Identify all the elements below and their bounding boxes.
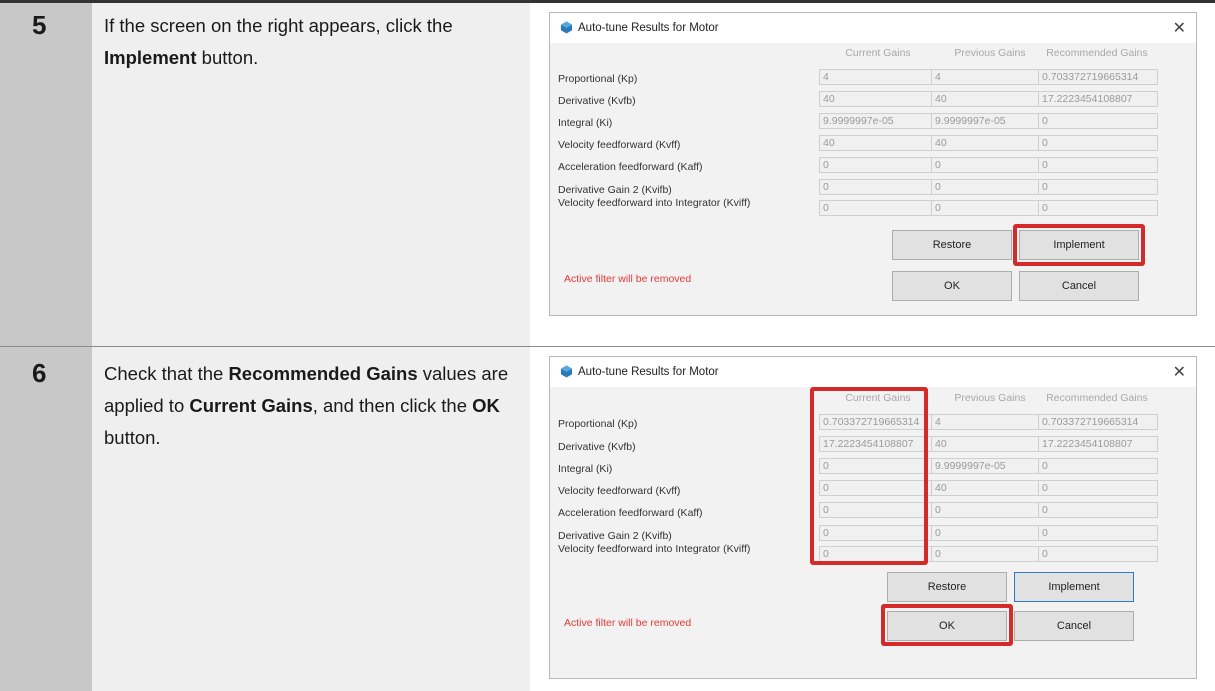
auto-tune-dialog: Auto-tune Results for Motor ✕ Current Ga… xyxy=(549,356,1197,679)
current-gain-field[interactable]: 4 xyxy=(819,69,939,85)
app-cube-icon xyxy=(560,365,573,378)
step-bold-text: Recommended Gains xyxy=(228,363,418,384)
row-label: Derivative (Kvfb) xyxy=(558,441,636,453)
recommended-gain-field[interactable]: 0 xyxy=(1038,525,1158,541)
previous-gain-field[interactable]: 40 xyxy=(931,480,1051,496)
dialog-titlebar: Auto-tune Results for Motor ✕ xyxy=(550,13,1196,43)
previous-gain-field[interactable]: 40 xyxy=(931,91,1051,107)
previous-gain-field[interactable]: 0 xyxy=(931,525,1051,541)
row-label: Integral (Ki) xyxy=(558,463,613,475)
recommended-gain-field[interactable]: 0 xyxy=(1038,458,1158,474)
row-label: Derivative (Kvfb) xyxy=(558,95,636,107)
previous-gain-field[interactable]: 0 xyxy=(931,546,1051,562)
step-text: button. xyxy=(196,47,259,68)
current-gain-field[interactable]: 9.9999997e-05 xyxy=(819,113,939,129)
previous-gain-field[interactable]: 0 xyxy=(931,157,1051,173)
column-header-current: Current Gains xyxy=(845,47,911,59)
warning-text: Active filter will be removed xyxy=(564,617,692,629)
highlight-box-implement xyxy=(1013,224,1145,266)
row-label: Acceleration feedforward (Kaff) xyxy=(558,507,703,519)
step-text: button. xyxy=(104,427,161,448)
column-header-previous: Previous Gains xyxy=(954,392,1026,404)
description-column-background xyxy=(92,3,530,691)
step-number: 5 xyxy=(32,10,47,40)
step-text: If the screen on the right appears, clic… xyxy=(104,15,453,36)
dialog-title: Auto-tune Results for Motor xyxy=(578,366,719,378)
column-header-recommended: Recommended Gains xyxy=(1046,392,1148,404)
row-label: Velocity feedforward (Kvff) xyxy=(558,485,681,497)
cancel-button[interactable]: Cancel xyxy=(1019,271,1139,301)
recommended-gain-field[interactable]: 0 xyxy=(1038,113,1158,129)
recommended-gain-field[interactable]: 0.703372719665314 xyxy=(1038,414,1158,430)
row-label: Velocity feedforward (Kvff) xyxy=(558,139,681,151)
recommended-gain-field[interactable]: 0 xyxy=(1038,200,1158,216)
ok-button[interactable]: OK xyxy=(892,271,1012,301)
previous-gain-field[interactable]: 0 xyxy=(931,200,1051,216)
previous-gain-field[interactable]: 9.9999997e-05 xyxy=(931,113,1051,129)
current-gain-field[interactable]: 40 xyxy=(819,91,939,107)
column-header-recommended: Recommended Gains xyxy=(1046,47,1148,59)
implement-button[interactable]: Implement xyxy=(1014,572,1134,602)
column-header-previous: Previous Gains xyxy=(954,47,1026,59)
step-text: , and then click the xyxy=(312,395,473,416)
step-number: 6 xyxy=(32,358,47,388)
recommended-gain-field[interactable]: 0 xyxy=(1038,480,1158,496)
recommended-gain-field[interactable]: 0 xyxy=(1038,502,1158,518)
highlight-box-ok xyxy=(881,604,1013,646)
row-label: Acceleration feedforward (Kaff) xyxy=(558,161,703,173)
step-bold-text: Current Gains xyxy=(189,395,313,416)
recommended-gain-field[interactable]: 0 xyxy=(1038,157,1158,173)
step-column-background xyxy=(0,3,92,691)
step-bold-text: Implement xyxy=(104,47,197,68)
restore-button[interactable]: Restore xyxy=(887,572,1007,602)
previous-gain-field[interactable]: 9.9999997e-05 xyxy=(931,458,1051,474)
step-description: Check that the Recommended Gains values … xyxy=(104,358,524,454)
recommended-gain-field[interactable]: 0.703372719665314 xyxy=(1038,69,1158,85)
recommended-gain-field[interactable]: 0 xyxy=(1038,135,1158,151)
step-bold-text: OK xyxy=(472,395,500,416)
highlight-box-current-gains xyxy=(810,387,928,565)
row-label: Proportional (Kp) xyxy=(558,73,638,85)
dialog-title: Auto-tune Results for Motor xyxy=(578,22,719,34)
row-label: Proportional (Kp) xyxy=(558,418,638,430)
row-label: Velocity feedforward into Integrator (Kv… xyxy=(558,197,751,209)
step-description: If the screen on the right appears, clic… xyxy=(104,10,524,74)
restore-button[interactable]: Restore xyxy=(892,230,1012,260)
current-gain-field[interactable]: 0 xyxy=(819,179,939,195)
close-icon[interactable]: ✕ xyxy=(1173,18,1186,38)
recommended-gain-field[interactable]: 0 xyxy=(1038,546,1158,562)
cancel-button[interactable]: Cancel xyxy=(1014,611,1134,641)
previous-gain-field[interactable]: 40 xyxy=(931,436,1051,452)
row-label: Derivative Gain 2 (Kvifb) xyxy=(558,184,672,196)
previous-gain-field[interactable]: 0 xyxy=(931,179,1051,195)
previous-gain-field[interactable]: 0 xyxy=(931,502,1051,518)
previous-gain-field[interactable]: 4 xyxy=(931,69,1051,85)
auto-tune-dialog: Auto-tune Results for Motor ✕ Current Ga… xyxy=(549,12,1197,316)
current-gain-field[interactable]: 0 xyxy=(819,157,939,173)
step-text: Check that the xyxy=(104,363,229,384)
app-cube-icon xyxy=(560,21,573,34)
row-divider xyxy=(0,346,1215,347)
current-gain-field[interactable]: 0 xyxy=(819,200,939,216)
warning-text: Active filter will be removed xyxy=(564,273,692,285)
close-icon[interactable]: ✕ xyxy=(1173,362,1186,382)
row-label: Integral (Ki) xyxy=(558,117,613,129)
dialog-titlebar: Auto-tune Results for Motor ✕ xyxy=(550,357,1196,387)
row-label: Velocity feedforward into Integrator (Kv… xyxy=(558,543,751,555)
recommended-gain-field[interactable]: 0 xyxy=(1038,179,1158,195)
recommended-gain-field[interactable]: 17.2223454108807 xyxy=(1038,91,1158,107)
row-label: Derivative Gain 2 (Kvifb) xyxy=(558,530,672,542)
recommended-gain-field[interactable]: 17.2223454108807 xyxy=(1038,436,1158,452)
current-gain-field[interactable]: 40 xyxy=(819,135,939,151)
previous-gain-field[interactable]: 4 xyxy=(931,414,1051,430)
previous-gain-field[interactable]: 40 xyxy=(931,135,1051,151)
